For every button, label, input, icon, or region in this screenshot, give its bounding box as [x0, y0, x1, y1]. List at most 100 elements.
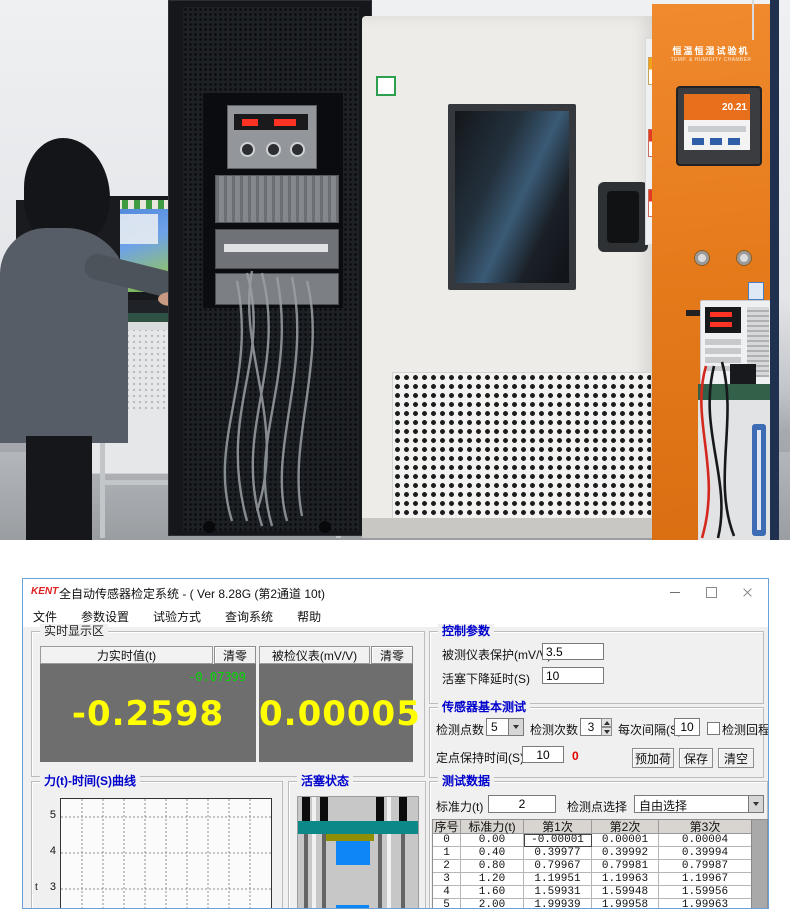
minimize-icon: [670, 592, 680, 593]
group-force-time-curve: 力(t)-时间(S)曲线 5 4 3 t: [31, 781, 283, 909]
cell[interactable]: 1.59956: [659, 886, 752, 899]
meter-clear-button[interactable]: 清零: [371, 646, 413, 664]
touchscreen-buttons: [692, 138, 742, 145]
cell[interactable]: 0.80: [461, 860, 524, 873]
group-control-parameters: 控制参数 被测仪表保护(mV/V) 活塞下降延时(S): [429, 631, 764, 704]
cell-focused[interactable]: -0.00001: [524, 834, 592, 847]
cell[interactable]: 1.19963: [592, 873, 659, 886]
cell[interactable]: 1: [433, 847, 461, 860]
menu-test-mode[interactable]: 试验方式: [153, 608, 201, 625]
cell[interactable]: 1.99958: [592, 899, 659, 909]
meter-value-header: 被检仪表(mV/V): [259, 646, 370, 664]
cell[interactable]: 2.00: [461, 899, 524, 909]
cell[interactable]: 1.19951: [524, 873, 592, 886]
force-clear-button[interactable]: 清零: [214, 646, 256, 664]
minimize-button[interactable]: [659, 579, 691, 605]
delay-input[interactable]: [542, 667, 604, 684]
points-label: 检测点数: [436, 721, 484, 738]
col-header-run2: 第2次: [592, 820, 659, 834]
cell[interactable]: 0: [433, 834, 461, 847]
point-select-value: 自由选择: [639, 797, 687, 814]
return-checkbox[interactable]: [707, 722, 720, 735]
force-value-header: 力实时值(t): [40, 646, 213, 664]
point-select-combobox[interactable]: 自由选择: [634, 795, 764, 813]
cell[interactable]: 1.59931: [524, 886, 592, 899]
chamber-door-handle: [598, 182, 648, 252]
cell[interactable]: 0.79987: [659, 860, 752, 873]
handle-recess: [607, 191, 639, 243]
rack-caster: [319, 521, 331, 533]
environment-chamber: [362, 16, 654, 538]
menu-file[interactable]: 文件: [33, 608, 57, 625]
cell[interactable]: 1.99939: [524, 899, 592, 909]
guide-rod-highlight: [387, 797, 391, 909]
clear-button[interactable]: 清空: [718, 748, 754, 768]
cell[interactable]: 0.40: [461, 847, 524, 860]
panel-port-rs232: [686, 310, 700, 316]
cell[interactable]: 3: [433, 873, 461, 886]
maximize-button[interactable]: [695, 579, 727, 605]
point-select-label: 检测点选择: [567, 798, 627, 815]
preload-button[interactable]: 预加荷: [632, 748, 674, 768]
std-force-input[interactable]: [488, 795, 556, 813]
delay-label: 活塞下降延时(S): [442, 670, 530, 687]
cell[interactable]: 0.39992: [592, 847, 659, 860]
cell[interactable]: 4: [433, 886, 461, 899]
spinner-up-button[interactable]: [601, 718, 612, 727]
table-scrollbar[interactable]: [751, 820, 767, 909]
cell[interactable]: 0.00004: [659, 834, 752, 847]
menu-parameter-settings[interactable]: 参数设置: [81, 608, 129, 625]
hold-status: 0: [572, 749, 579, 763]
group-test-data: 测试数据 标准力(t) 检测点选择 自由选择 序号 标准力(t) 第1次 第2次…: [429, 781, 768, 909]
blue-sticker: [748, 282, 764, 300]
cell[interactable]: 0.00: [461, 834, 524, 847]
touchscreen-temp-value: 20.21: [722, 102, 747, 113]
chevron-down-icon[interactable]: [508, 719, 523, 735]
cell[interactable]: 1.99963: [659, 899, 752, 909]
touchscreen-display[interactable]: 20.21: [684, 94, 750, 150]
force-secondary-value: -0.07399: [188, 670, 246, 684]
title-bar[interactable]: KENT 全自动传感器检定系统 - ( Ver 8.28G (第2通道 10t): [23, 579, 768, 605]
cell[interactable]: 0.39977: [524, 847, 592, 860]
menu-help[interactable]: 帮助: [297, 608, 321, 625]
spinner-down-button[interactable]: [601, 727, 612, 736]
cell[interactable]: 0.00001: [592, 834, 659, 847]
results-table: 序号 标准力(t) 第1次 第2次 第3次 0 0.00 -0.00001 0.…: [432, 819, 768, 909]
close-button[interactable]: [731, 579, 763, 605]
psu-led-digits-right: [274, 119, 296, 126]
touchscreen-header: 20.21: [684, 94, 750, 120]
save-button[interactable]: 保存: [679, 748, 713, 768]
cell[interactable]: 2: [433, 860, 461, 873]
interval-input[interactable]: [674, 718, 700, 736]
group-title: 力(t)-时间(S)曲线: [40, 774, 140, 788]
chamber-glass: [455, 111, 569, 283]
chevron-down-icon[interactable]: [748, 796, 763, 812]
menu-query-system[interactable]: 查询系统: [225, 608, 273, 625]
cell[interactable]: 1.19967: [659, 873, 752, 886]
col-header-run3: 第3次: [659, 820, 752, 834]
points-combobox[interactable]: 5: [486, 718, 524, 736]
cell[interactable]: 1.20: [461, 873, 524, 886]
rack-caster: [203, 521, 215, 533]
group-piston-status: 活塞状态: [288, 781, 426, 909]
rod-cap: [376, 797, 384, 821]
hold-input[interactable]: [522, 746, 564, 763]
app-window: KENT 全自动传感器检定系统 - ( Ver 8.28G (第2通道 10t)…: [22, 578, 769, 909]
table-row: 2 0.80 0.79967 0.79981 0.79987: [433, 860, 767, 873]
table-header-row: 序号 标准力(t) 第1次 第2次 第3次: [433, 820, 767, 834]
cell[interactable]: 0.79981: [592, 860, 659, 873]
equipment-rack: [168, 0, 372, 536]
cell[interactable]: 1.60: [461, 886, 524, 899]
app-logo: KENT: [31, 586, 58, 597]
cell[interactable]: 0.79967: [524, 860, 592, 873]
cell[interactable]: 1.59948: [592, 886, 659, 899]
y-tick-4: 4: [44, 845, 56, 857]
table-row: 0 0.00 -0.00001 0.00001 0.00004: [433, 834, 767, 847]
cell[interactable]: 5: [433, 899, 461, 909]
protect-input[interactable]: [542, 643, 604, 660]
times-spinner[interactable]: 3: [580, 718, 602, 736]
chamber-title-cn: 恒温恒湿试验机: [660, 44, 762, 57]
cell[interactable]: 0.39994: [659, 847, 752, 860]
hold-label: 定点保持时间(S): [436, 749, 524, 766]
chamber-base-shadow: [362, 518, 654, 538]
